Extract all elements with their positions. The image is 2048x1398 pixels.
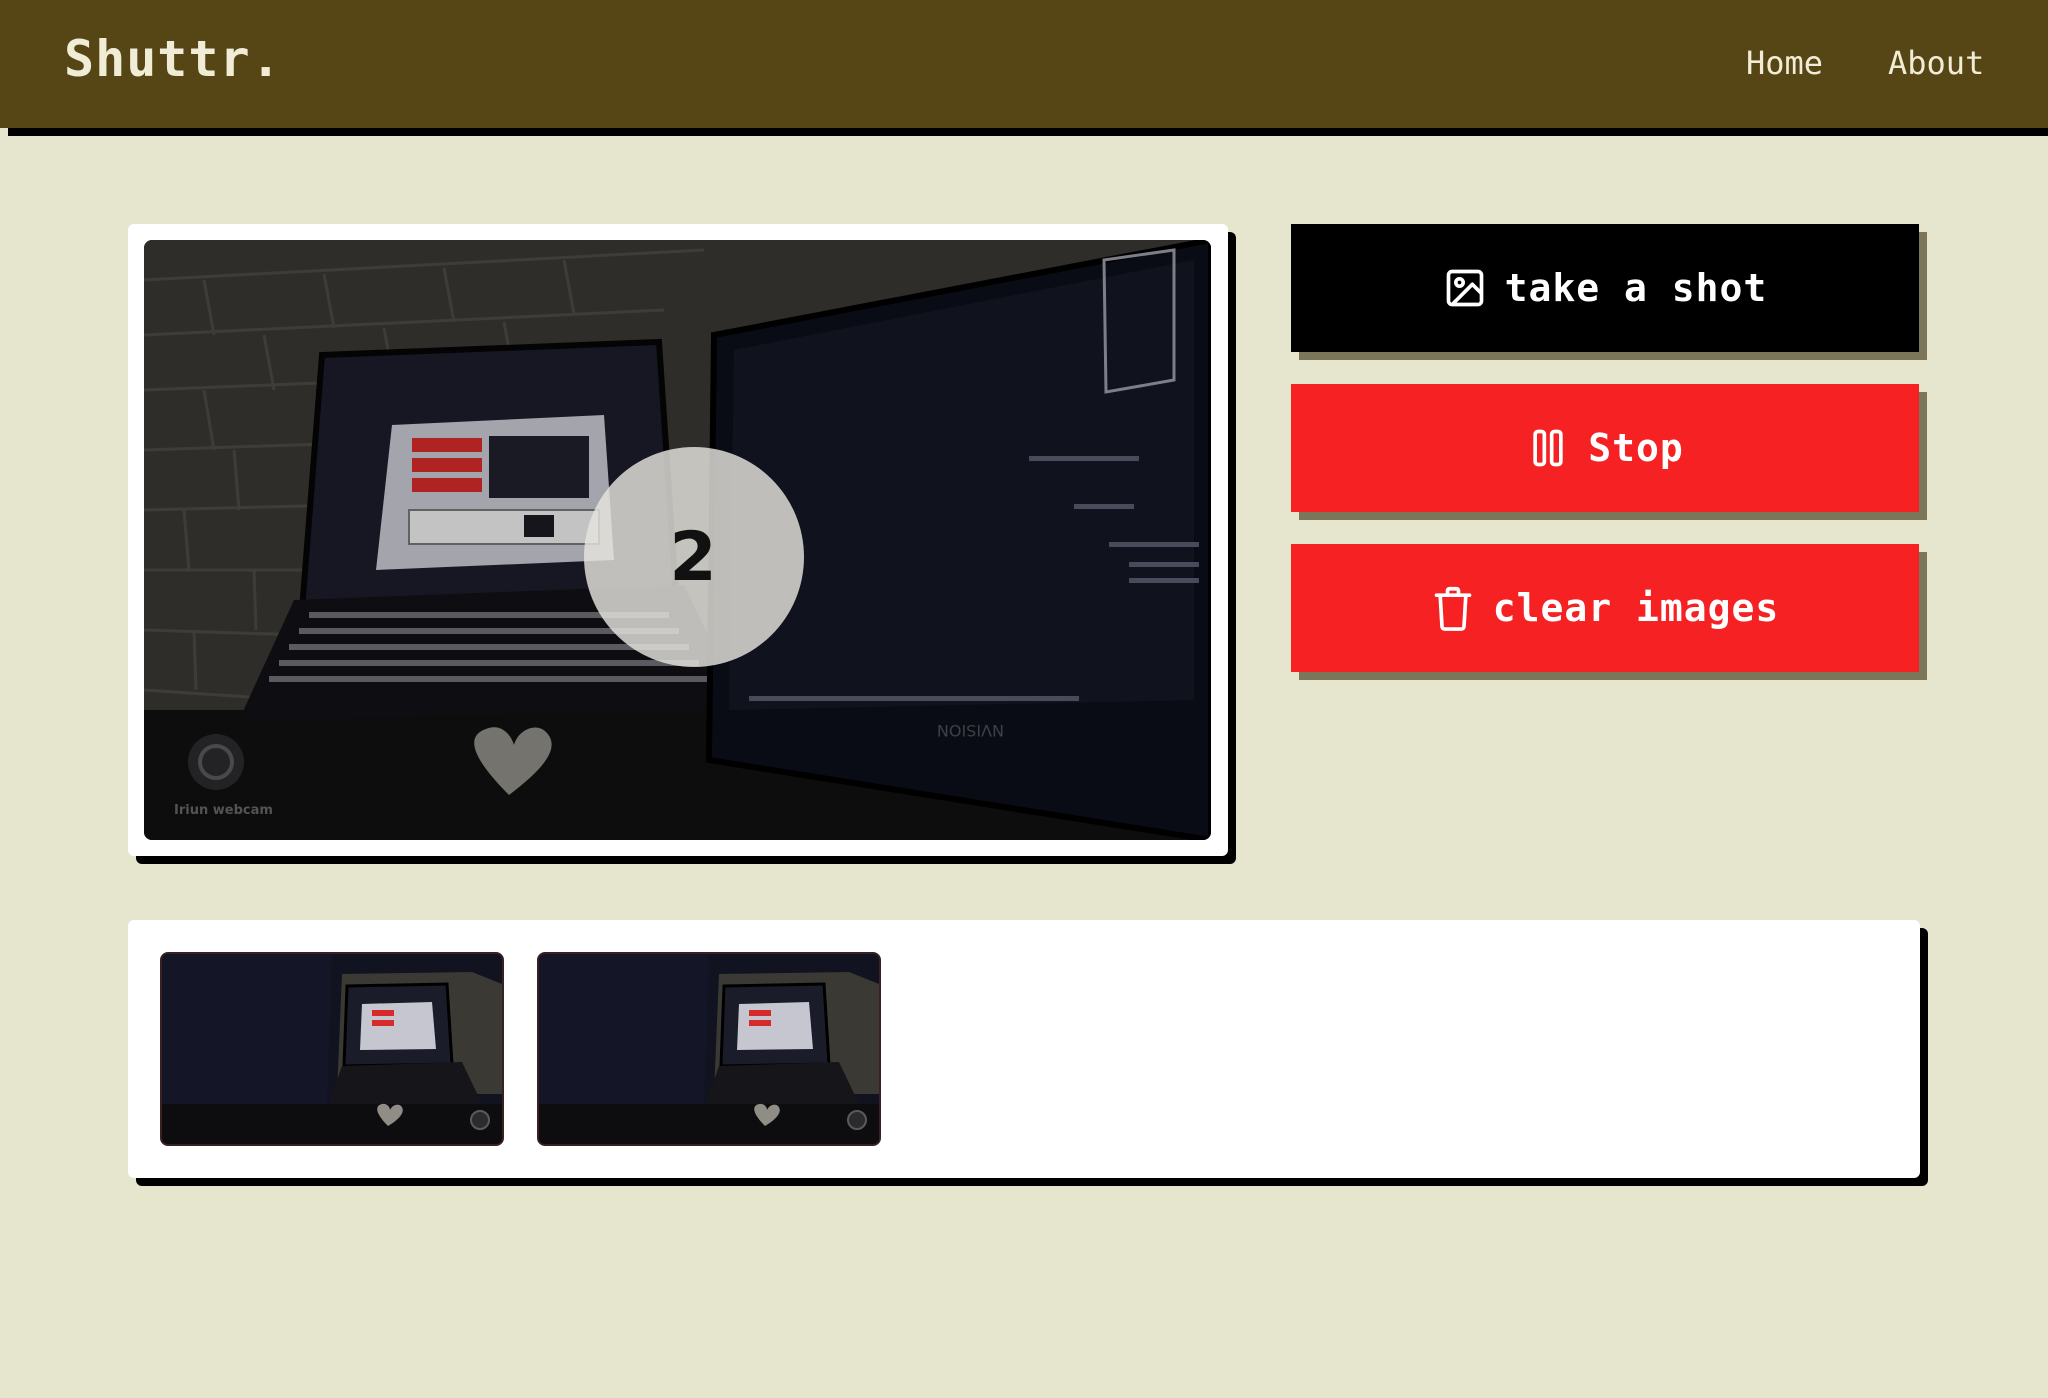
clear-images-label: clear images — [1492, 586, 1780, 630]
countdown-number: 2 — [669, 517, 717, 597]
brand-logo[interactable]: Shuttr. — [64, 30, 282, 88]
take-shot-button[interactable]: take a shot — [1291, 224, 1919, 352]
clear-images-button[interactable]: clear images — [1291, 544, 1919, 672]
nav-link-about[interactable]: About — [1888, 44, 1984, 82]
captured-image-2 — [539, 954, 879, 1144]
gallery-thumbnail[interactable] — [160, 952, 504, 1146]
navbar: Shuttr. Home About — [0, 0, 2048, 128]
webcam-feed: NVISION Iriun webcam 2 — [144, 240, 1211, 840]
image-gallery — [128, 920, 1920, 1178]
pause-icon — [1533, 429, 1563, 467]
countdown-timer: 2 — [584, 447, 804, 667]
image-icon — [1446, 269, 1483, 307]
take-shot-label: take a shot — [1504, 266, 1768, 310]
nav-link-home[interactable]: Home — [1746, 44, 1823, 82]
stop-label: Stop — [1588, 426, 1684, 470]
camera-card: NVISION Iriun webcam 2 — [128, 224, 1228, 856]
stop-button[interactable]: Stop — [1291, 384, 1919, 512]
trash-icon — [1434, 586, 1472, 631]
gallery-thumbnail[interactable] — [537, 952, 881, 1146]
navbar-divider — [8, 128, 2048, 136]
captured-image-1 — [162, 954, 502, 1144]
